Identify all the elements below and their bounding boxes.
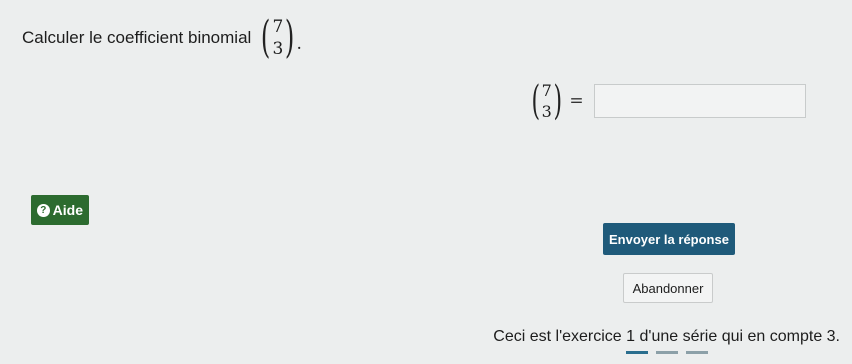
progress-mark-1 xyxy=(626,351,648,354)
help-label: Aide xyxy=(52,202,83,218)
answer-input[interactable] xyxy=(593,84,806,118)
left-paren: ( xyxy=(261,12,271,63)
left-paren: ( xyxy=(531,78,541,124)
right-paren: ) xyxy=(553,78,562,124)
equals-sign: = xyxy=(569,91,584,111)
question-text: Calculer le coefficient binomial xyxy=(22,28,252,47)
abandon-button[interactable]: Abandonner xyxy=(623,273,713,303)
exercise-progress-marks xyxy=(626,351,708,354)
right-paren: ) xyxy=(285,12,295,63)
question-period: . xyxy=(296,34,302,54)
exercise-progress-note: Ceci est l'exercice 1 d'une série qui en… xyxy=(493,328,840,345)
answer-binomial: ( 7 3 ) xyxy=(528,80,565,122)
binomial-n: 7 xyxy=(272,17,284,37)
help-button[interactable]: ? Aide xyxy=(31,195,89,225)
answer-row: ( 7 3 ) = xyxy=(528,80,806,122)
binomial-k: 3 xyxy=(272,39,284,59)
submit-answer-button[interactable]: Envoyer la réponse xyxy=(603,223,735,255)
progress-mark-3 xyxy=(686,351,708,354)
question-circle-icon: ? xyxy=(37,203,50,217)
question-binomial: ( 7 3 ) . xyxy=(257,16,302,60)
binomial-n: 7 xyxy=(541,81,552,100)
binomial-k: 3 xyxy=(541,102,552,121)
progress-mark-2 xyxy=(656,351,678,354)
question-prompt: Calculer le coefficient binomial ( 7 3 )… xyxy=(22,16,302,60)
